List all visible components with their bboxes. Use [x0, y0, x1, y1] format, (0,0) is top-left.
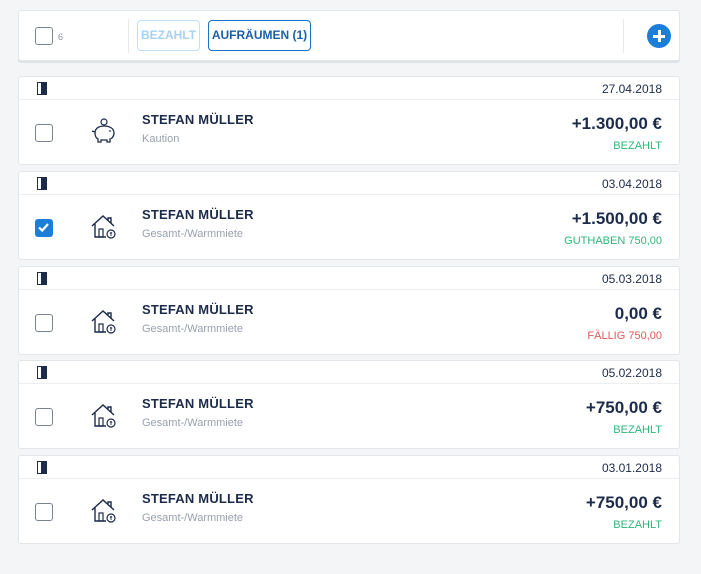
transaction-amount: +750,00 € [585, 398, 662, 417]
transaction-card: 05.03.2018 STEFAN MÜLLER Gesamt-/Warmmie… [18, 266, 680, 355]
row-checkbox[interactable] [35, 314, 53, 332]
house-rent-icon [91, 499, 116, 523]
transaction-date: 05.02.2018 [601, 366, 662, 380]
card-header: 05.02.2018 [19, 361, 679, 384]
house-rent-icon [91, 310, 116, 334]
transaction-card: 03.04.2018 STEFAN MÜLLER Gesamt-/Warmmie… [18, 171, 680, 260]
status-badge: BEZAHLT [613, 140, 662, 152]
transaction-category: Gesamt-/Warmmiete [142, 228, 244, 240]
transaction-category: Gesamt-/Warmmiete [142, 512, 244, 524]
divider [623, 19, 624, 53]
toolbar: 6 BEZAHLT AUFRÄUMEN (1) [18, 10, 680, 61]
mark-paid-button[interactable]: BEZAHLT [137, 20, 200, 51]
status-badge: GUTHABEN 750,00 [564, 235, 662, 247]
add-icon[interactable] [647, 24, 671, 48]
transaction-amount: +750,00 € [585, 493, 662, 512]
card-header: 27.04.2018 [19, 77, 679, 100]
tenant-name: STEFAN MÜLLER [142, 112, 254, 127]
house-rent-icon [91, 215, 116, 239]
card-header: 03.04.2018 [19, 172, 679, 195]
transaction-date: 03.01.2018 [601, 461, 662, 475]
row-checkbox[interactable] [35, 503, 53, 521]
door-icon [37, 177, 47, 190]
transaction-date: 03.04.2018 [601, 177, 662, 191]
card-header: 05.03.2018 [19, 267, 679, 290]
select-all-checkbox[interactable] [35, 27, 53, 45]
status-badge: BEZAHLT [613, 424, 662, 436]
checkmark-icon [38, 223, 49, 233]
cleanup-button[interactable]: AUFRÄUMEN (1) [208, 20, 311, 51]
house-rent-icon [91, 404, 116, 428]
transaction-category: Gesamt-/Warmmiete [142, 417, 244, 429]
row-checkbox[interactable] [35, 219, 53, 237]
transaction-card: 05.02.2018 STEFAN MÜLLER Gesamt-/Warmmie… [18, 360, 680, 449]
piggy-bank-icon [91, 118, 115, 143]
door-icon [37, 461, 47, 474]
door-icon [37, 272, 47, 285]
transaction-amount: +1.300,00 € [571, 114, 662, 133]
door-icon [37, 366, 47, 379]
transaction-category: Kaution [142, 133, 180, 145]
transaction-category: Gesamt-/Warmmiete [142, 323, 244, 335]
door-icon [37, 82, 47, 95]
card-header: 03.01.2018 [19, 456, 679, 479]
row-checkbox[interactable] [35, 124, 53, 142]
divider [128, 19, 129, 53]
transaction-amount: 0,00 € [614, 304, 662, 323]
transaction-card: 27.04.2018 STEFAN MÜLLER Kaution +1.300,… [18, 76, 680, 165]
transaction-date: 05.03.2018 [601, 272, 662, 286]
tenant-name: STEFAN MÜLLER [142, 302, 254, 317]
status-badge: FÄLLIG 750,00 [587, 330, 662, 342]
tenant-name: STEFAN MÜLLER [142, 207, 254, 222]
item-count: 6 [58, 32, 64, 42]
tenant-name: STEFAN MÜLLER [142, 396, 254, 411]
transaction-date: 27.04.2018 [601, 82, 662, 96]
transaction-card: 03.01.2018 STEFAN MÜLLER Gesamt-/Warmmie… [18, 455, 680, 544]
status-badge: BEZAHLT [613, 519, 662, 531]
transaction-amount: +1.500,00 € [571, 209, 662, 228]
tenant-name: STEFAN MÜLLER [142, 491, 254, 506]
row-checkbox[interactable] [35, 408, 53, 426]
